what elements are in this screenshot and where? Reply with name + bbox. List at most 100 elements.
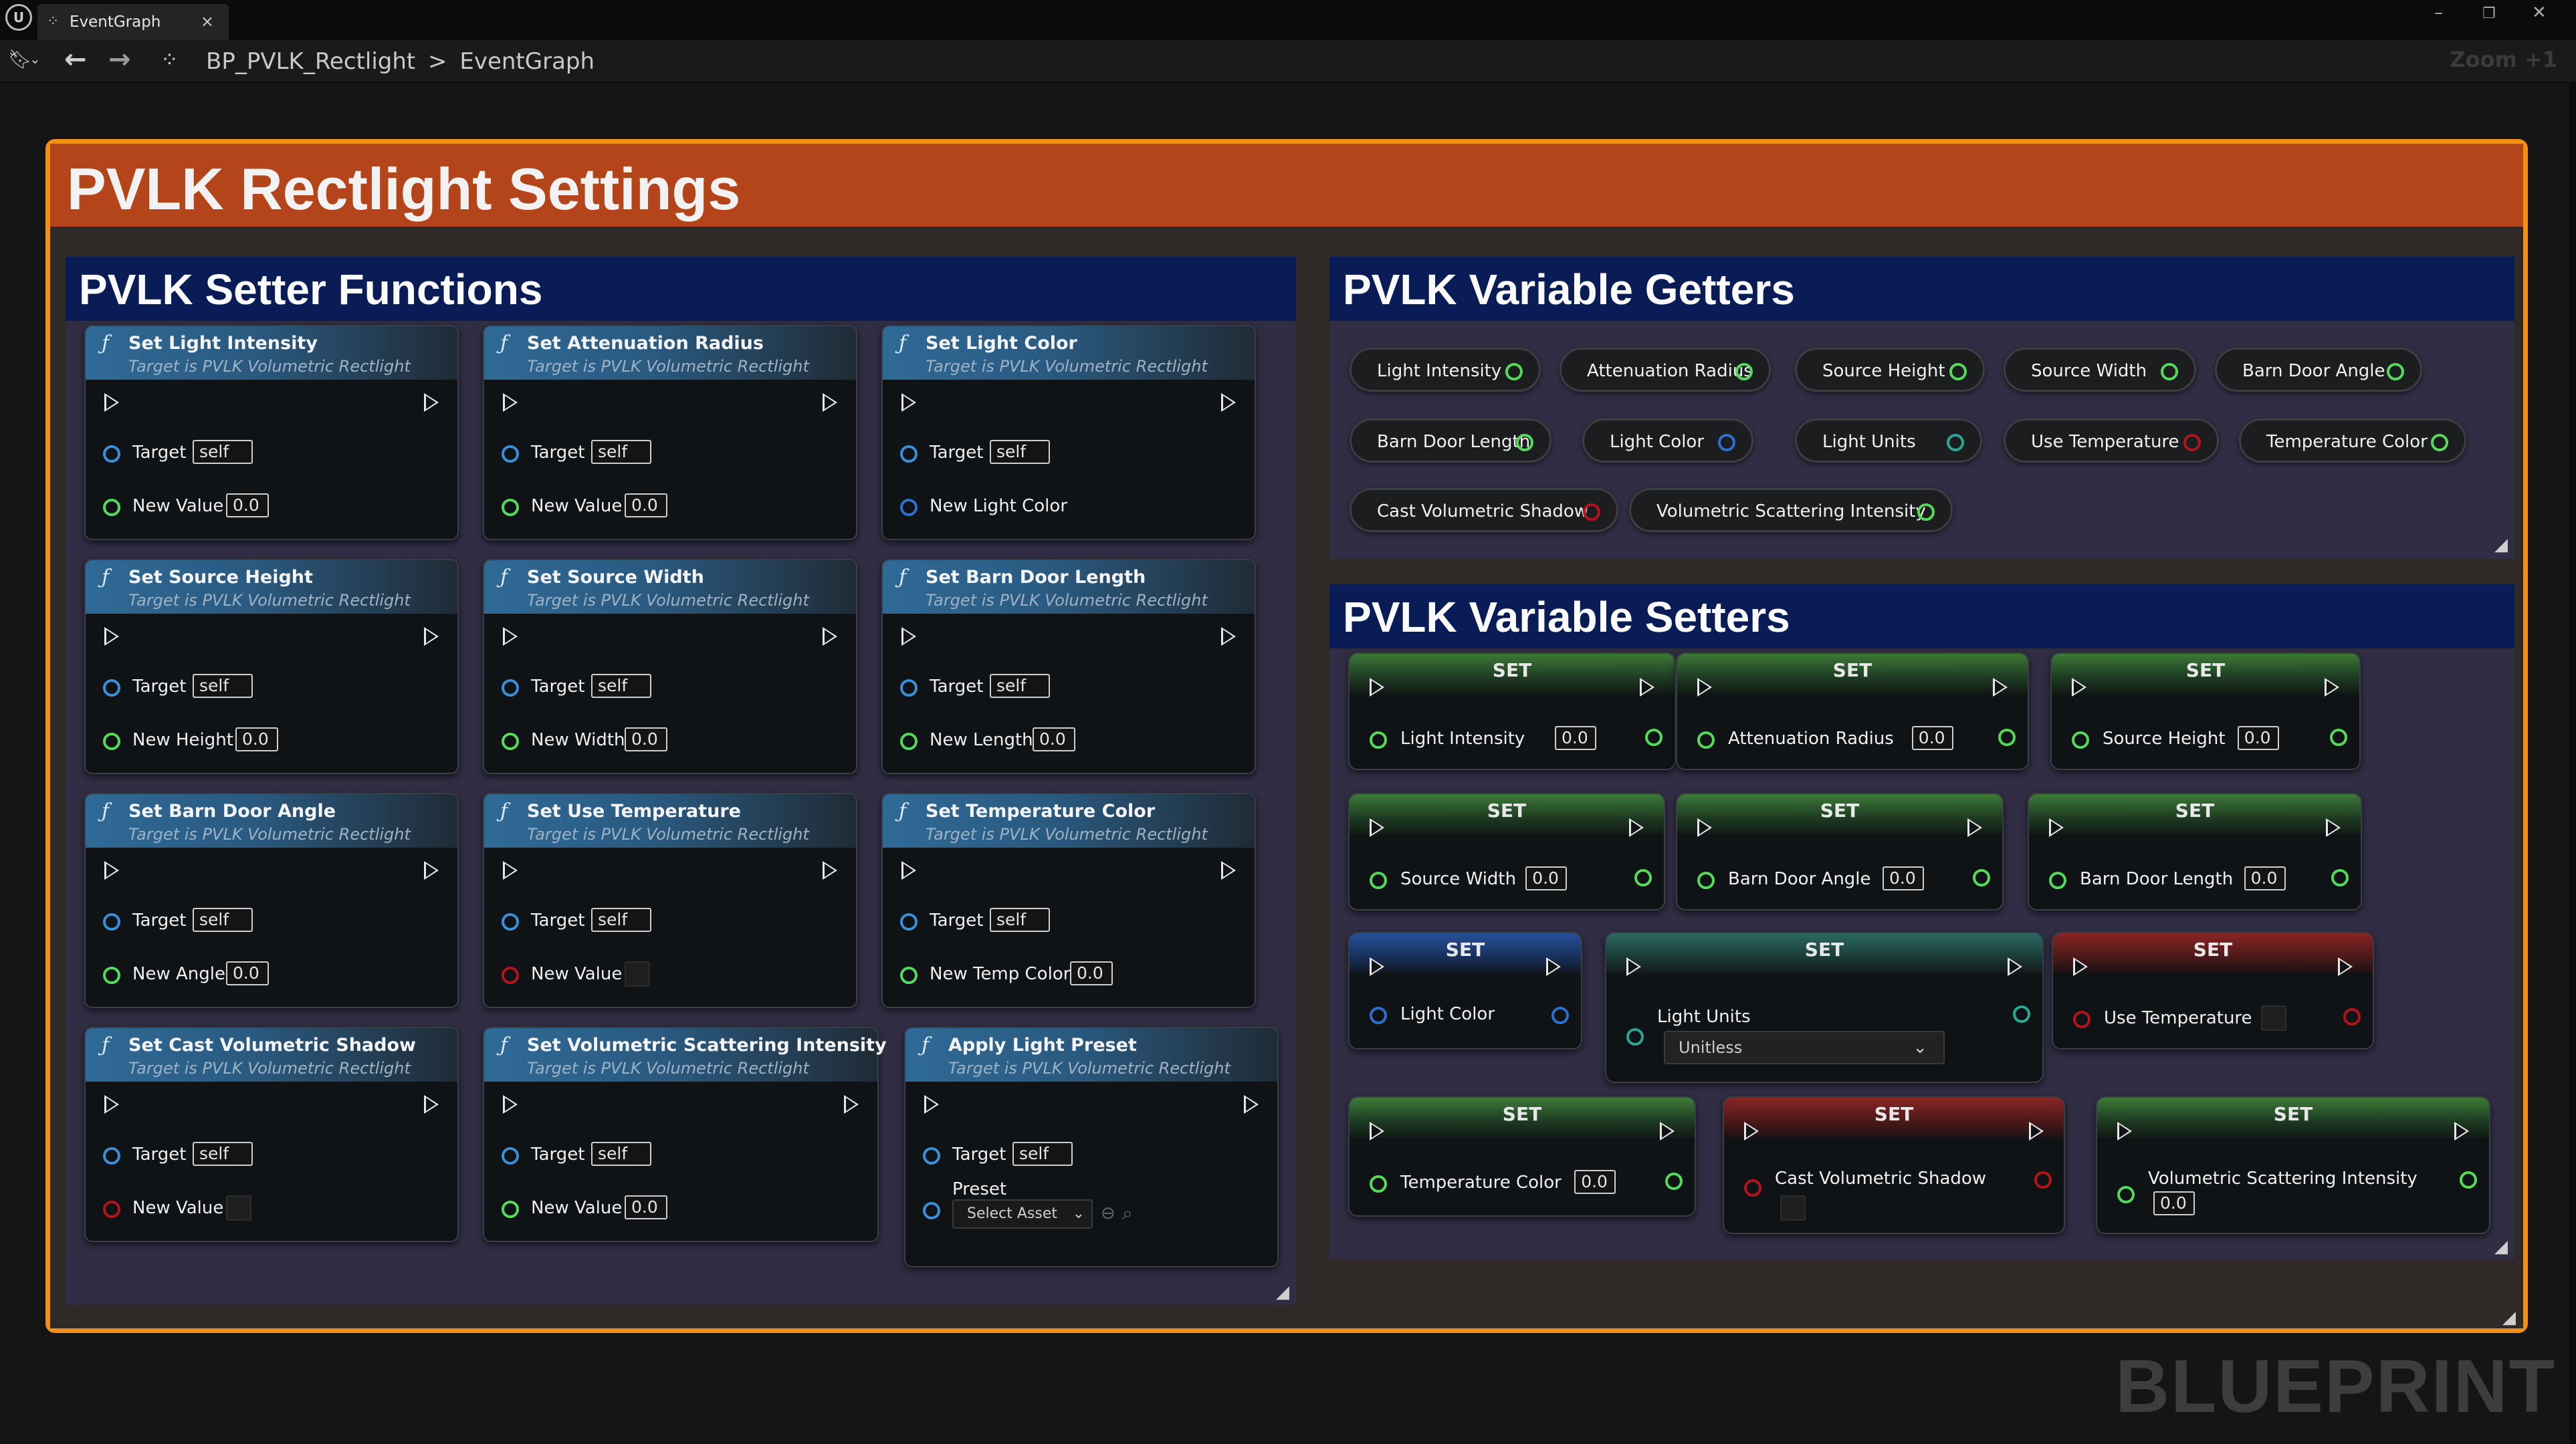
- getter-node[interactable]: Light Color: [1582, 418, 1753, 463]
- exec-in-pin-icon[interactable]: [1697, 818, 1712, 837]
- getter-node[interactable]: Volumetric Scattering Intensity: [1629, 488, 1953, 532]
- bookmark-dropdown-icon[interactable]: ⌄: [29, 51, 41, 67]
- target-value[interactable]: self: [193, 440, 253, 464]
- param-pin-icon[interactable]: [900, 967, 918, 984]
- param-pin-icon[interactable]: [923, 1202, 940, 1219]
- param-value-input[interactable]: 0.0: [226, 961, 269, 985]
- set-variable-node[interactable]: SET Attenuation Radius 0.0: [1676, 652, 2029, 770]
- set-variable-node[interactable]: SET Volumetric Scattering Intensity 0.0: [2096, 1096, 2490, 1234]
- getter-node[interactable]: Barn Door Length: [1350, 418, 1551, 463]
- output-pin-icon[interactable]: [1917, 503, 1935, 521]
- exec-in-pin-icon[interactable]: [2117, 1122, 2132, 1140]
- param-checkbox[interactable]: [625, 961, 650, 987]
- output-pin-icon[interactable]: [1665, 1173, 1683, 1190]
- window-close-icon[interactable]: ✕: [2532, 3, 2547, 23]
- output-pin-icon[interactable]: [2330, 729, 2347, 746]
- target-value[interactable]: self: [193, 674, 253, 698]
- function-node[interactable]: ƒ Set Light Intensity Target is PVLK Volum…: [84, 325, 459, 540]
- function-node[interactable]: ƒ Set Barn Door Angle Target is PVLK Volum…: [84, 793, 459, 1008]
- output-pin-icon[interactable]: [2183, 434, 2201, 451]
- output-pin-icon[interactable]: [1998, 729, 2016, 746]
- resize-handle-icon[interactable]: ◢: [1276, 1284, 1293, 1301]
- param-value-input[interactable]: 0.0: [1070, 961, 1113, 985]
- param-pin-icon[interactable]: [103, 499, 120, 516]
- target-pin-icon[interactable]: [900, 445, 918, 463]
- output-pin-icon[interactable]: [1973, 869, 1990, 886]
- output-pin-icon[interactable]: [1718, 434, 1735, 451]
- output-pin-icon[interactable]: [2331, 869, 2349, 886]
- set-variable-node[interactable]: SET Barn Door Length 0.0: [2028, 793, 2362, 911]
- light-units-dropdown[interactable]: Unitless ⌄: [1664, 1031, 1945, 1064]
- exec-out-pin-icon[interactable]: [1629, 818, 1644, 837]
- target-value[interactable]: self: [591, 440, 651, 464]
- target-value[interactable]: self: [990, 674, 1050, 698]
- exec-out-pin-icon[interactable]: [2008, 957, 2022, 976]
- output-pin-icon[interactable]: [1949, 363, 1967, 380]
- target-value[interactable]: self: [990, 440, 1050, 464]
- function-node[interactable]: ƒ Set Temperature Color Target is PVLK Vol…: [881, 793, 1256, 1008]
- browse-search-icon[interactable]: ⌕: [1122, 1202, 1133, 1225]
- value-input[interactable]: 0.0: [1525, 866, 1568, 890]
- param-pin-icon[interactable]: [502, 967, 519, 984]
- output-pin-icon[interactable]: [2387, 363, 2404, 380]
- function-node[interactable]: ƒ Set Attenuation Radius Target is PVLK Vo…: [483, 325, 857, 540]
- set-variable-node[interactable]: SET Light Units Unitless ⌄: [1605, 932, 2044, 1083]
- target-value[interactable]: self: [591, 674, 651, 698]
- value-input[interactable]: 0.0: [1911, 726, 1953, 750]
- input-pin-icon[interactable]: [1744, 1179, 1761, 1197]
- exec-out-pin-icon[interactable]: [1244, 1095, 1259, 1114]
- output-pin-icon[interactable]: [1551, 1007, 1569, 1024]
- value-input[interactable]: 0.0: [1883, 866, 1924, 890]
- exec-out-pin-icon[interactable]: [823, 861, 837, 880]
- resize-handle-icon[interactable]: ◢: [2494, 1238, 2512, 1255]
- exec-in-pin-icon[interactable]: [503, 861, 518, 880]
- exec-in-pin-icon[interactable]: [1697, 678, 1712, 697]
- exec-out-pin-icon[interactable]: [2454, 1122, 2469, 1140]
- exec-out-pin-icon[interactable]: [1221, 627, 1236, 646]
- getter-node[interactable]: Barn Door Angle: [2215, 348, 2422, 392]
- target-value[interactable]: self: [193, 908, 253, 932]
- output-pin-icon[interactable]: [1947, 434, 1964, 451]
- exec-in-pin-icon[interactable]: [104, 393, 119, 412]
- param-value-input[interactable]: 0.0: [226, 493, 269, 517]
- getter-node[interactable]: Use Temperature: [2004, 418, 2219, 463]
- function-node[interactable]: ƒ Set Source Height Target is PVLK Volumet…: [84, 559, 459, 774]
- param-pin-icon[interactable]: [502, 733, 519, 750]
- exec-in-pin-icon[interactable]: [503, 627, 518, 646]
- param-value-input[interactable]: 0.0: [235, 727, 278, 751]
- exec-out-pin-icon[interactable]: [2338, 957, 2353, 976]
- exec-in-pin-icon[interactable]: [1370, 818, 1384, 837]
- set-variable-node[interactable]: SET Temperature Color 0.0: [1348, 1096, 1696, 1217]
- exec-in-pin-icon[interactable]: [503, 1095, 518, 1114]
- value-input[interactable]: 0.0: [2153, 1191, 2195, 1215]
- exec-in-pin-icon[interactable]: [2049, 818, 2064, 837]
- input-pin-icon[interactable]: [2072, 731, 2089, 749]
- target-pin-icon[interactable]: [923, 1147, 940, 1165]
- resize-handle-icon[interactable]: ◢: [2494, 536, 2512, 554]
- output-pin-icon[interactable]: [1505, 363, 1523, 380]
- value-checkbox[interactable]: [2261, 1005, 2286, 1031]
- value-input[interactable]: 0.0: [1555, 726, 1596, 750]
- function-node[interactable]: ƒ Set Source Width Target is PVLK Volumetr…: [483, 559, 857, 774]
- getter-node[interactable]: Light Intensity: [1350, 348, 1541, 392]
- param-pin-icon[interactable]: [103, 967, 120, 984]
- input-pin-icon[interactable]: [2073, 1011, 2090, 1028]
- bookmark-icon[interactable]: 🔖︎: [8, 48, 32, 70]
- exec-out-pin-icon[interactable]: [1221, 861, 1236, 880]
- input-pin-icon[interactable]: [2049, 872, 2066, 889]
- target-pin-icon[interactable]: [900, 913, 918, 931]
- graph-hierarchy-icon[interactable]: ⁘: [160, 47, 179, 72]
- exec-out-pin-icon[interactable]: [844, 1095, 859, 1114]
- exec-out-pin-icon[interactable]: [2325, 678, 2339, 697]
- unreal-logo-icon[interactable]: U: [5, 4, 32, 31]
- param-value-input[interactable]: 0.0: [1033, 727, 1075, 751]
- set-variable-node[interactable]: SET Source Height 0.0: [2050, 652, 2361, 770]
- getter-node[interactable]: Source Width: [2004, 348, 2196, 392]
- target-pin-icon[interactable]: [103, 913, 120, 931]
- target-value[interactable]: self: [591, 1142, 651, 1166]
- output-pin-icon[interactable]: [1516, 434, 1533, 451]
- exec-in-pin-icon[interactable]: [2073, 957, 2088, 976]
- exec-in-pin-icon[interactable]: [924, 1095, 939, 1114]
- exec-out-pin-icon[interactable]: [1967, 818, 1982, 837]
- exec-in-pin-icon[interactable]: [901, 393, 916, 412]
